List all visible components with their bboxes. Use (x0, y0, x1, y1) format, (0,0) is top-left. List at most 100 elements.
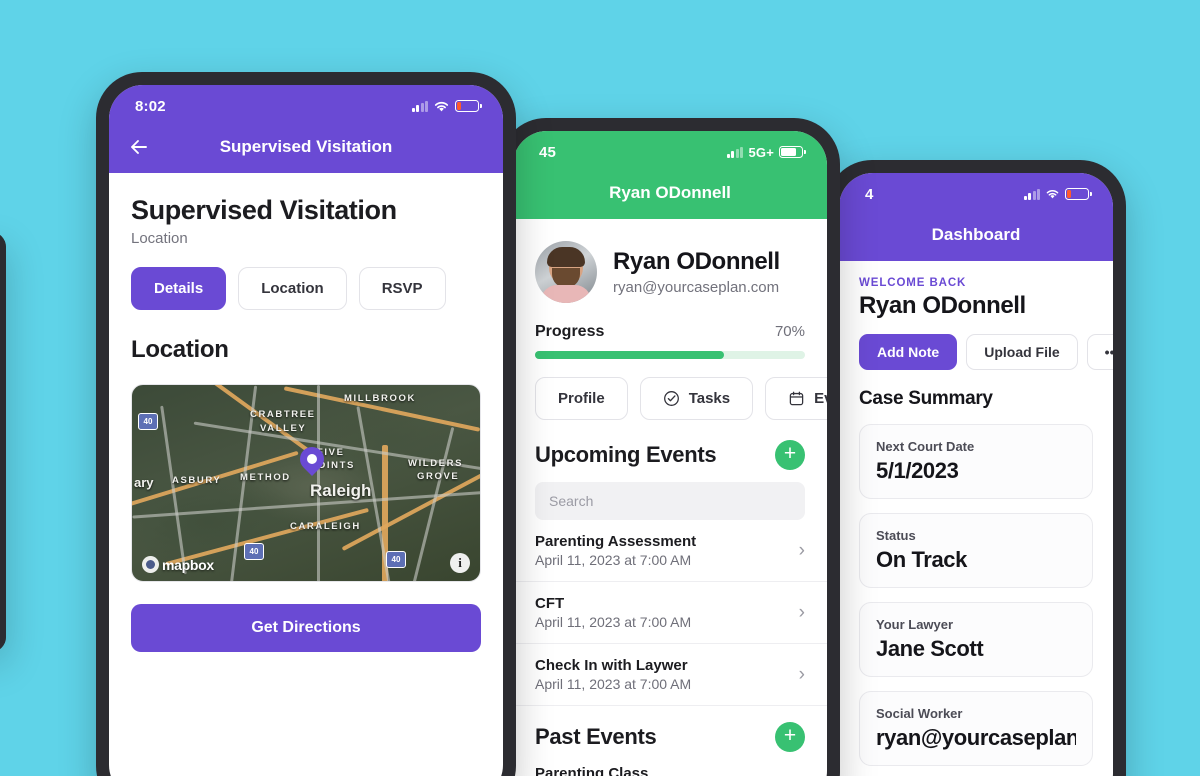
partial-phone-left (0, 232, 6, 652)
highway-shield-icon: 40 (244, 543, 264, 560)
card-value: ryan@yourcaseplan.c… (876, 725, 1076, 750)
mapbox-mark-icon (142, 556, 159, 573)
profile-email: ryan@yourcaseplan.com (613, 279, 780, 296)
event-status-time: 8:02 (135, 97, 166, 115)
map-label: VALLEY (260, 423, 307, 434)
partial-phone-screen (0, 232, 6, 652)
mapbox-attribution[interactable]: mapbox (142, 556, 214, 573)
arrow-left-icon[interactable] (127, 135, 151, 159)
tab-location[interactable]: Location (238, 267, 347, 310)
event-date: April 11, 2023 at 7:00 AM (535, 676, 692, 692)
chevron-right-icon: › (798, 539, 805, 561)
card-label: Status (876, 528, 916, 543)
map-city-label: Raleigh (310, 481, 372, 500)
event-title: Parenting Class (535, 765, 649, 776)
card-value: 5/1/2023 (876, 458, 959, 483)
card-next-court-date[interactable]: Next Court Date 5/1/2023 (859, 424, 1093, 499)
welcome-label: WELCOME BACK (859, 277, 967, 289)
card-label: Next Court Date (876, 439, 975, 454)
case-summary-title: Case Summary (859, 388, 993, 409)
map-pin-icon (295, 442, 329, 477)
wifi-icon (1046, 190, 1059, 199)
add-note-button[interactable]: Add Note (859, 334, 958, 370)
event-appbar: Supervised Visitation (109, 121, 503, 173)
upcoming-events-title: Upcoming Events (535, 442, 717, 467)
profile-identity: Ryan ODonnell ryan@yourcaseplan.com (613, 248, 780, 296)
dashboard-user-name: Ryan ODonnell (859, 292, 1026, 319)
progress-header: Progress 70% (535, 323, 805, 341)
get-directions-button[interactable]: Get Directions (131, 604, 481, 652)
page-title: Supervised Visitation (131, 195, 397, 225)
tab-tasks-label: Tasks (688, 390, 731, 407)
progress-value: 70% (774, 323, 805, 340)
event-statusbar: 8:02 (109, 85, 503, 121)
map-label: ary (134, 475, 154, 490)
profile-name: Ryan ODonnell (613, 248, 780, 275)
tab-profile[interactable]: Profile (535, 377, 628, 420)
event-title: CFT (535, 595, 565, 612)
event-status-icons (411, 100, 482, 113)
screenshot-stage: 4 Dashboard WELCOME BACK Ryan ODonnell A… (0, 0, 1200, 776)
card-status[interactable]: Status On Track (859, 513, 1093, 588)
upload-file-button[interactable]: Upload File (966, 334, 1078, 370)
list-item[interactable]: Parenting Class March 31, 2023 at 7:00 A… (513, 752, 827, 776)
map-label: ASBURY (172, 475, 222, 486)
list-item[interactable]: CFT April 11, 2023 at 7:00 AM › (513, 582, 827, 644)
dashboard-status-icons (1023, 188, 1092, 200)
event-date: April 11, 2023 at 7:00 AM (535, 614, 692, 630)
past-events-header: Past Events + (513, 706, 827, 752)
event-body: Supervised Visitation Location Details L… (109, 173, 503, 652)
check-circle-icon (663, 391, 679, 406)
profile-statusbar: 45 5G+ (513, 131, 827, 167)
add-past-event-button[interactable]: + (775, 722, 805, 752)
profile-screen: 45 5G+ Ryan ODonnell Ryan ODonnell ryan@… (513, 131, 827, 776)
page-subtitle: Location (131, 230, 188, 247)
phone-dashboard: 4 Dashboard WELCOME BACK Ryan ODonnell A… (826, 160, 1126, 776)
card-your-lawyer[interactable]: Your Lawyer Jane Scott (859, 602, 1093, 677)
event-text: CFT April 11, 2023 at 7:00 AM (535, 595, 691, 630)
tab-events-label: Events (814, 390, 827, 407)
map-label: GROVE (417, 471, 460, 482)
event-detail-screen: 8:02 Supervised Visitation Supervised Vi… (109, 85, 503, 776)
profile-header: Ryan ODonnell ryan@yourcaseplan.com (513, 219, 827, 303)
list-item[interactable]: Check In with Laywer April 11, 2023 at 7… (513, 644, 827, 706)
avatar-hair (547, 247, 585, 267)
profile-status-time: 45 (539, 143, 557, 161)
tab-tasks[interactable]: Tasks (639, 377, 754, 420)
card-value: On Track (876, 547, 967, 572)
phone-event-detail: 8:02 Supervised Visitation Supervised Vi… (96, 72, 516, 776)
tab-events[interactable]: Events (765, 377, 827, 420)
avatar[interactable] (535, 241, 597, 303)
add-upcoming-event-button[interactable]: + (775, 440, 805, 470)
past-events-title: Past Events (535, 724, 657, 749)
more-options-button[interactable]: ••• (1086, 334, 1113, 370)
card-value: Jane Scott (876, 636, 984, 661)
progress-fill (535, 351, 724, 359)
chevron-right-icon: › (799, 772, 805, 776)
highway-shield-icon: 40 (138, 413, 158, 430)
map-label: CARALEIGH (290, 521, 361, 532)
phone-profile: 45 5G+ Ryan ODonnell Ryan ODonnell ryan@… (500, 118, 840, 776)
profile-status-icons: 5G+ (726, 145, 806, 160)
location-map[interactable]: MILLBROOK CRABTREE VALLEY FIVE POINTS WI… (131, 384, 481, 582)
list-item[interactable]: Parenting Assessment April 11, 2023 at 7… (513, 520, 827, 582)
search-input[interactable]: Search (535, 482, 805, 520)
event-text: Parenting Assessment April 11, 2023 at 7… (535, 533, 696, 568)
info-icon[interactable]: i (450, 553, 470, 573)
map-label: WILDERS (408, 458, 464, 469)
battery-icon (779, 146, 806, 158)
wifi-icon (434, 101, 449, 111)
battery-icon (455, 100, 482, 112)
tab-details[interactable]: Details (131, 267, 227, 310)
event-text: Check In with Laywer April 11, 2023 at 7… (535, 657, 691, 692)
profile-tab-row: Profile Tasks Events (513, 377, 827, 420)
event-appbar-title: Supervised Visitation (219, 137, 393, 156)
signal-bars-icon (726, 146, 744, 158)
event-date: April 11, 2023 at 7:00 AM (535, 552, 692, 568)
calendar-icon (789, 391, 804, 406)
avatar-shirt (541, 285, 591, 303)
tab-rsvp[interactable]: RSVP (358, 267, 446, 310)
event-tab-row: Details Location RSVP (131, 267, 481, 310)
map-label: METHOD (240, 472, 291, 483)
card-social-worker[interactable]: Social Worker ryan@yourcaseplan.c… (859, 691, 1093, 766)
